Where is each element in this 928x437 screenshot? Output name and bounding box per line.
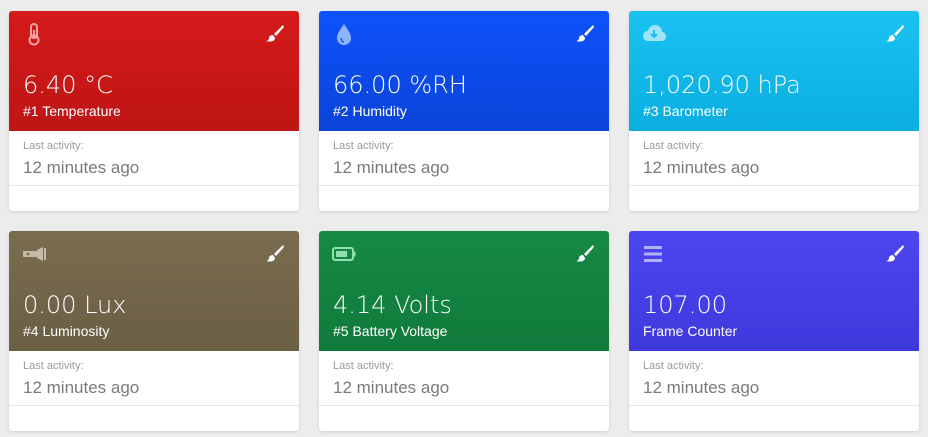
thermometer-icon: [28, 23, 40, 46]
card-header: 66.00 %RH #2 Humidity: [319, 11, 609, 131]
card-header: 6.40 °C #1 Temperature: [9, 11, 299, 131]
last-activity-value: 12 minutes ago: [23, 378, 140, 397]
sensor-value: 1,020.90 hPa: [643, 71, 801, 99]
paintbrush-icon[interactable]: [885, 243, 905, 263]
sensor-value: 66.00 %RH: [333, 71, 467, 99]
divider: [319, 185, 609, 186]
paintbrush-icon[interactable]: [575, 243, 595, 263]
sensor-value: 0.00 Lux: [23, 291, 127, 319]
paintbrush-icon[interactable]: [575, 23, 595, 43]
sensor-name: Frame Counter: [643, 323, 738, 339]
divider: [9, 405, 299, 406]
sensor-card-frame-counter[interactable]: 107.00 Frame Counter Last activity: 12 m…: [629, 231, 919, 431]
paintbrush-icon[interactable]: [885, 23, 905, 43]
last-activity-value: 12 minutes ago: [23, 158, 140, 177]
sensor-name: #5 Battery Voltage: [333, 323, 448, 339]
sensor-card-battery-voltage[interactable]: 4.14 Volts #5 Battery Voltage Last activ…: [319, 231, 609, 431]
cloud-download-icon: [643, 25, 666, 41]
last-activity-label: Last activity:: [643, 140, 704, 152]
last-activity-value: 12 minutes ago: [333, 158, 450, 177]
sensor-value: 107.00: [643, 291, 727, 319]
paintbrush-icon[interactable]: [265, 23, 285, 43]
menu-lines-icon: [644, 246, 662, 262]
last-activity-label: Last activity:: [23, 360, 84, 372]
paintbrush-icon[interactable]: [265, 243, 285, 263]
card-header: 0.00 Lux #4 Luminosity: [9, 231, 299, 351]
sensor-card-barometer[interactable]: 1,020.90 hPa #3 Barometer Last activity:…: [629, 11, 919, 211]
card-body: Last activity: 12 minutes ago: [629, 351, 919, 431]
card-body: Last activity: 12 minutes ago: [9, 351, 299, 431]
sensor-card-humidity[interactable]: 66.00 %RH #2 Humidity Last activity: 12 …: [319, 11, 609, 211]
last-activity-label: Last activity:: [333, 360, 394, 372]
card-body: Last activity: 12 minutes ago: [629, 131, 919, 211]
battery-icon: [332, 247, 356, 261]
sensor-name: #3 Barometer: [643, 103, 728, 119]
card-header: 4.14 Volts #5 Battery Voltage: [319, 231, 609, 351]
sensor-card-luminosity[interactable]: 0.00 Lux #4 Luminosity Last activity: 12…: [9, 231, 299, 431]
card-header: 107.00 Frame Counter: [629, 231, 919, 351]
sensor-value: 4.14 Volts: [333, 291, 452, 319]
last-activity-value: 12 minutes ago: [643, 158, 760, 177]
last-activity-value: 12 minutes ago: [643, 378, 760, 397]
divider: [629, 185, 919, 186]
water-drop-icon: [337, 24, 351, 45]
sensor-name: #1 Temperature: [23, 103, 121, 119]
divider: [9, 185, 299, 186]
sensor-card-temperature[interactable]: 6.40 °C #1 Temperature Last activity: 12…: [9, 11, 299, 211]
sensor-value: 6.40 °C: [23, 71, 113, 99]
last-activity-label: Last activity:: [333, 140, 394, 152]
last-activity-value: 12 minutes ago: [333, 378, 450, 397]
card-body: Last activity: 12 minutes ago: [319, 131, 609, 211]
flashlight-icon: [23, 247, 46, 261]
card-header: 1,020.90 hPa #3 Barometer: [629, 11, 919, 131]
card-body: Last activity: 12 minutes ago: [9, 131, 299, 211]
sensor-name: #4 Luminosity: [23, 323, 110, 339]
card-body: Last activity: 12 minutes ago: [319, 351, 609, 431]
sensor-name: #2 Humidity: [333, 103, 407, 119]
divider: [629, 405, 919, 406]
divider: [319, 405, 609, 406]
last-activity-label: Last activity:: [23, 140, 84, 152]
last-activity-label: Last activity:: [643, 360, 704, 372]
